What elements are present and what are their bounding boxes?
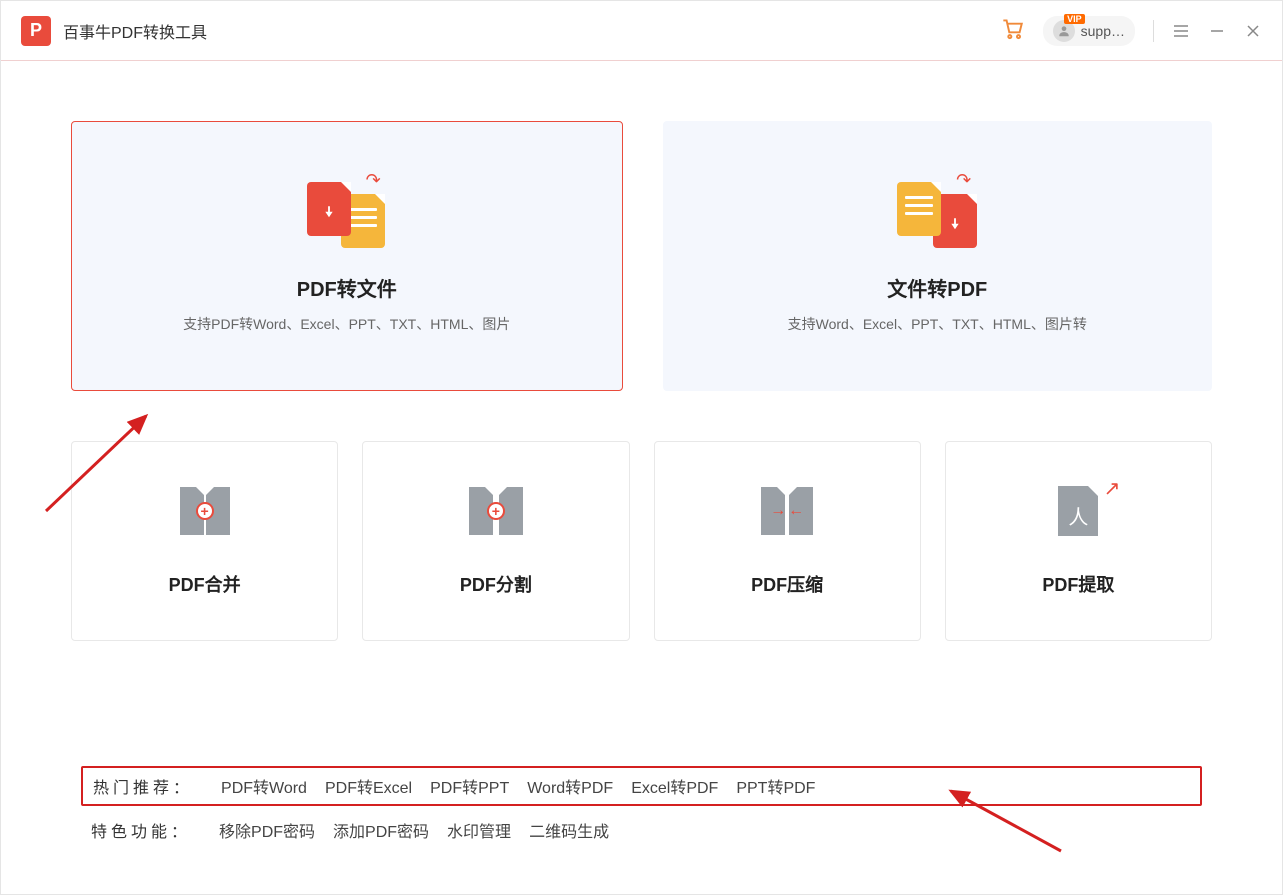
footer-links: 热门推荐： PDF转Word PDF转Excel PDF转PPT Word转PD…	[81, 766, 1202, 854]
feature-label: 特色功能：	[91, 818, 191, 842]
hot-link[interactable]: PDF转Word	[221, 774, 307, 798]
extract-icon: 人 ↗	[1048, 486, 1108, 536]
cart-icon[interactable]	[999, 15, 1025, 46]
user-account-button[interactable]: VIP supp…	[1043, 16, 1135, 46]
hot-label: 热门推荐：	[93, 774, 193, 798]
card-title: PDF压缩	[751, 571, 823, 597]
card-pdf-split[interactable]: + PDF分割	[362, 441, 629, 641]
card-subtitle: 支持PDF转Word、Excel、PPT、TXT、HTML、图片	[183, 314, 510, 334]
hot-link[interactable]: Word转PDF	[527, 774, 613, 798]
hot-recommend-row: 热门推荐： PDF转Word PDF转Excel PDF转PPT Word转PD…	[81, 766, 1202, 806]
app-logo-letter: P	[30, 20, 42, 41]
pdf-to-file-icon: ↷	[307, 178, 387, 248]
card-title: PDF分割	[460, 571, 532, 597]
card-pdf-extract[interactable]: 人 ↗ PDF提取	[945, 441, 1212, 641]
hot-link[interactable]: PDF转Excel	[325, 774, 412, 798]
card-subtitle: 支持Word、Excel、PPT、TXT、HTML、图片转	[788, 314, 1087, 334]
user-label: supp…	[1081, 23, 1125, 39]
feature-link[interactable]: 水印管理	[447, 818, 511, 842]
feature-link[interactable]: 添加PDF密码	[333, 818, 429, 842]
card-pdf-merge[interactable]: + PDF合并	[71, 441, 338, 641]
hot-link[interactable]: PDF转PPT	[430, 774, 509, 798]
card-title: 文件转PDF	[887, 273, 987, 302]
card-title: PDF转文件	[297, 273, 397, 302]
card-title: PDF合并	[169, 571, 241, 597]
user-avatar-icon: VIP	[1053, 20, 1075, 42]
menu-icon[interactable]	[1172, 22, 1190, 40]
merge-icon: +	[175, 486, 235, 536]
feature-row: 特色功能： 移除PDF密码 添加PDF密码 水印管理 二维码生成	[81, 812, 1202, 848]
card-pdf-compress[interactable]: →← PDF压缩	[654, 441, 921, 641]
main-content: ↷ PDF转文件 支持PDF转Word、Excel、PPT、TXT、HTML、图…	[1, 61, 1282, 641]
vip-badge: VIP	[1064, 14, 1085, 24]
app-title: 百事牛PDF转换工具	[63, 19, 207, 43]
hot-link[interactable]: Excel转PDF	[631, 774, 718, 798]
title-bar: P 百事牛PDF转换工具 VIP supp…	[1, 1, 1282, 61]
close-button[interactable]	[1244, 22, 1262, 40]
minimize-button[interactable]	[1208, 22, 1226, 40]
divider	[1153, 20, 1154, 42]
card-pdf-to-file[interactable]: ↷ PDF转文件 支持PDF转Word、Excel、PPT、TXT、HTML、图…	[71, 121, 623, 391]
card-title: PDF提取	[1042, 571, 1114, 597]
feature-link[interactable]: 二维码生成	[529, 818, 609, 842]
feature-link[interactable]: 移除PDF密码	[219, 818, 315, 842]
compress-icon: →←	[757, 486, 817, 536]
hot-link[interactable]: PPT转PDF	[736, 774, 815, 798]
card-file-to-pdf[interactable]: ↷ 文件转PDF 支持Word、Excel、PPT、TXT、HTML、图片转	[663, 121, 1213, 391]
app-logo: P	[21, 16, 51, 46]
split-icon: +	[466, 486, 526, 536]
file-to-pdf-icon: ↷	[897, 178, 977, 248]
